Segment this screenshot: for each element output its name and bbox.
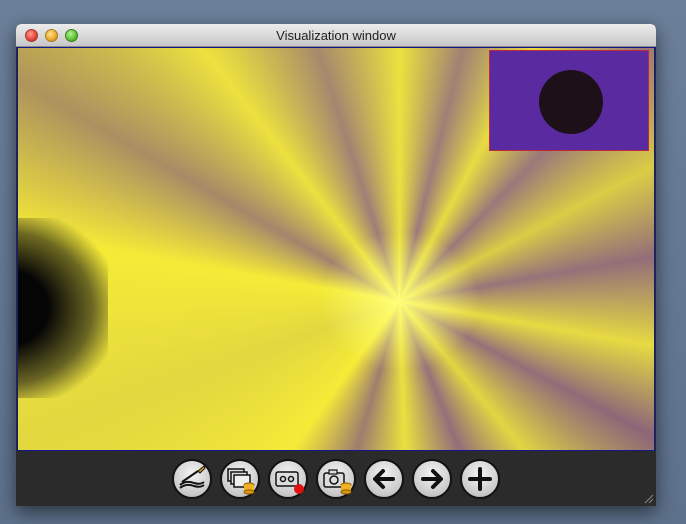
record-button[interactable] [268, 459, 308, 499]
snapshot-button[interactable] [316, 459, 356, 499]
layers-database-icon [227, 468, 255, 495]
back-button[interactable] [364, 459, 404, 499]
overview-disc [539, 70, 603, 134]
save-layers-button[interactable] [220, 459, 260, 499]
reset-view-button[interactable] [172, 459, 212, 499]
arrow-left-icon [373, 469, 395, 489]
visualization-window: Visualization window [16, 24, 656, 506]
camera-database-icon [323, 469, 352, 495]
arrow-right-icon [421, 469, 443, 489]
window-title: Visualization window [276, 28, 396, 43]
dark-region [18, 218, 108, 398]
bottom-toolbar [16, 452, 656, 506]
add-button[interactable] [460, 459, 500, 499]
title-bar[interactable]: Visualization window [16, 24, 656, 47]
overview-inset[interactable] [489, 50, 649, 151]
brush-icon [179, 465, 206, 489]
forward-button[interactable] [412, 459, 452, 499]
plus-icon [468, 467, 492, 491]
tape-record-icon [275, 471, 304, 494]
visualization-canvas[interactable] [17, 47, 655, 451]
resize-grip-icon[interactable] [642, 492, 654, 504]
